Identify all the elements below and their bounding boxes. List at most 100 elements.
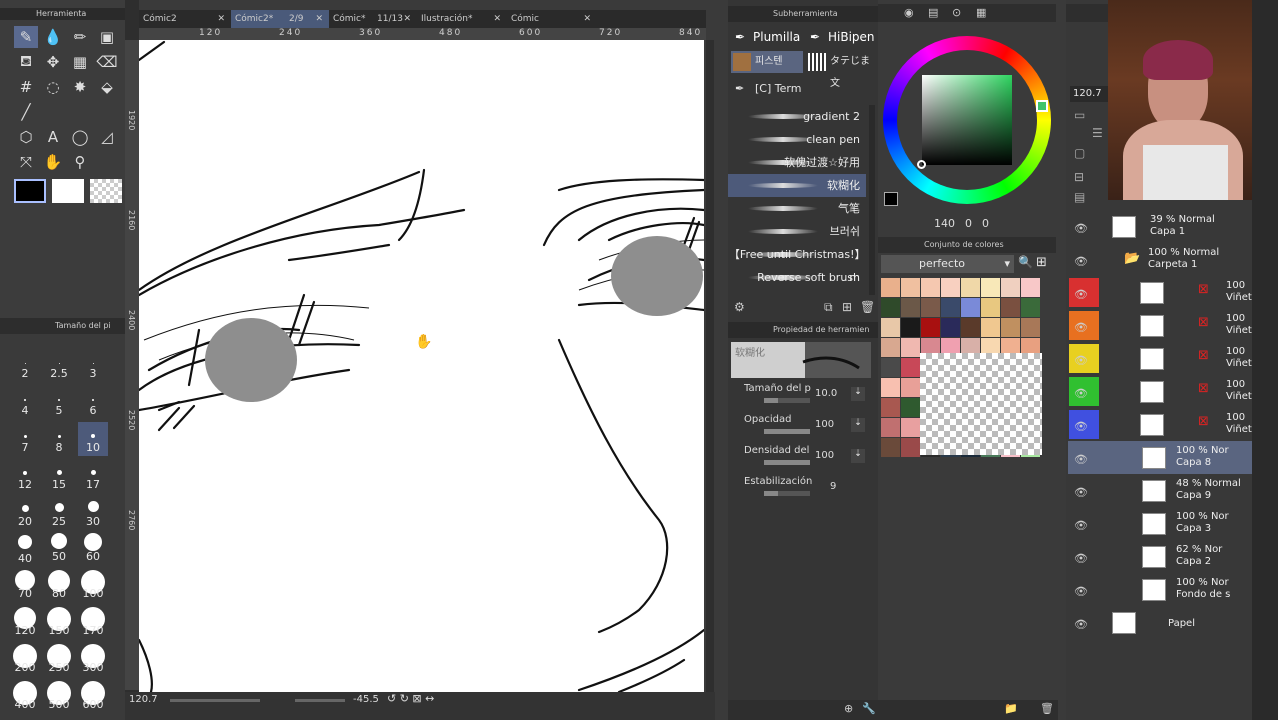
layer-row[interactable]: 100 % Nor Capa 3 bbox=[1068, 507, 1252, 540]
hand-icon[interactable]: ✋ bbox=[41, 151, 65, 173]
fill-icon[interactable]: ⛾ bbox=[14, 51, 38, 73]
subtool-group-selected[interactable]: 피스텐 bbox=[731, 51, 803, 73]
brush-size-option[interactable]: 80 bbox=[44, 570, 74, 604]
brush-size-option[interactable]: 25 bbox=[44, 496, 74, 530]
brush-size-option[interactable]: 6 bbox=[78, 385, 108, 419]
rotate-reset-icon[interactable]: ↺ ↻ ⊠ ↔ bbox=[387, 692, 434, 705]
color-swatch[interactable] bbox=[1021, 298, 1040, 317]
color-swatch[interactable] bbox=[961, 278, 980, 297]
layer-row[interactable]: 100 % Nor Capa 8 bbox=[1068, 441, 1252, 474]
layer-row[interactable]: ⊠ 100 Viñet bbox=[1068, 309, 1252, 342]
brush-size-option[interactable]: 10 bbox=[78, 422, 108, 456]
zoom-slider[interactable] bbox=[170, 699, 260, 702]
blank-icon[interactable] bbox=[41, 101, 65, 123]
brush-item[interactable]: 软糊化 bbox=[728, 174, 866, 197]
brush-size-option[interactable]: 250 bbox=[44, 644, 74, 678]
brush-size-option[interactable]: 12 bbox=[10, 459, 40, 493]
eye-icon[interactable]: 👁 bbox=[1074, 618, 1088, 631]
close-icon[interactable]: ✕ bbox=[493, 10, 501, 28]
property-value[interactable]: 100 bbox=[815, 419, 834, 430]
color-swatch[interactable] bbox=[901, 298, 920, 317]
zoom-readout[interactable]: 120.7 bbox=[129, 694, 158, 705]
document-tab[interactable]: Cómic2* 2/9 ✕ bbox=[231, 10, 329, 28]
color-swatch[interactable] bbox=[941, 318, 960, 337]
brush-size-option[interactable]: 500 bbox=[44, 681, 74, 715]
eye-icon[interactable]: 👁 bbox=[1074, 222, 1088, 235]
brush-size-option[interactable]: 17 bbox=[78, 459, 108, 493]
brush-size-option[interactable]: 30 bbox=[78, 496, 108, 530]
canvas-scrollbar[interactable] bbox=[706, 40, 714, 692]
layer-stack-icon[interactable]: ☰ bbox=[1092, 126, 1103, 140]
layer-opacity-field[interactable]: 120.7 bbox=[1070, 86, 1110, 102]
subtool-group-hibipen[interactable]: ✒ HiBipen bbox=[806, 26, 878, 48]
color-swatch[interactable] bbox=[881, 318, 900, 337]
color-set-tab-icon[interactable]: ▦ bbox=[976, 6, 986, 19]
eye-icon[interactable]: 👁 bbox=[1074, 255, 1088, 268]
color-swatch[interactable] bbox=[901, 358, 920, 377]
hue-picker-handle[interactable] bbox=[1036, 100, 1048, 112]
brush-size-option[interactable]: 15 bbox=[44, 459, 74, 493]
color-swatch[interactable] bbox=[901, 278, 920, 297]
brush-size-option[interactable]: 3 bbox=[78, 348, 108, 382]
sub-color-swatch[interactable] bbox=[52, 179, 84, 203]
color-swatch[interactable] bbox=[1001, 318, 1020, 337]
blank-icon[interactable] bbox=[95, 101, 119, 123]
layer-row[interactable]: 100 % Nor Fondo de s bbox=[1068, 573, 1252, 606]
color-swatch[interactable] bbox=[881, 398, 900, 417]
subtool-group-plumilla[interactable]: ✒ Plumilla bbox=[731, 26, 803, 48]
brush-size-option[interactable]: 170 bbox=[78, 607, 108, 641]
transform-icon[interactable]: ⤧ bbox=[14, 151, 38, 173]
color-swatch[interactable] bbox=[881, 418, 900, 437]
layer-row[interactable]: 📂 100 % Normal Carpeta 1 bbox=[1068, 243, 1252, 276]
color-wheel-tab-icon[interactable]: ◉ bbox=[904, 6, 914, 19]
eye-icon[interactable]: 👁 bbox=[1074, 288, 1088, 301]
brush-size-option[interactable]: 60 bbox=[78, 533, 108, 567]
color-swatch[interactable] bbox=[981, 318, 1000, 337]
layer-row[interactable]: 48 % Normal Capa 9 bbox=[1068, 474, 1252, 507]
pressure-icon[interactable]: ⇣ bbox=[851, 418, 865, 432]
color-swatch[interactable] bbox=[901, 378, 920, 397]
pencil-icon[interactable]: ✏ bbox=[68, 26, 92, 48]
eye-icon[interactable]: 👁 bbox=[1074, 321, 1088, 334]
subtool-scrollbar[interactable] bbox=[869, 105, 875, 295]
layer-row[interactable]: Papel bbox=[1068, 606, 1252, 639]
color-swatch[interactable] bbox=[881, 378, 900, 397]
drawing-canvas[interactable]: ✋ bbox=[139, 40, 704, 692]
info-icon[interactable]: ⊕ bbox=[844, 702, 853, 715]
color-set-selector[interactable]: perfecto ▾ bbox=[881, 255, 1014, 273]
brush-size-option[interactable]: 20 bbox=[10, 496, 40, 530]
layer-mode-icon[interactable]: ▭ bbox=[1074, 108, 1085, 122]
color-swatch[interactable] bbox=[1021, 278, 1040, 297]
layer-scrollbar[interactable] bbox=[1252, 0, 1278, 720]
brush-size-option[interactable]: 8 bbox=[44, 422, 74, 456]
operation-icon[interactable]: ⬡ bbox=[14, 126, 38, 148]
subtool-folder[interactable]: ✒ [C] Term bbox=[731, 78, 878, 100]
subtool-group-tatejima[interactable]: タテじま文 bbox=[806, 51, 878, 89]
brush-size-option[interactable]: 120 bbox=[10, 607, 40, 641]
color-swatch[interactable] bbox=[901, 418, 920, 437]
delete-icon[interactable]: 🗑 bbox=[1040, 702, 1054, 715]
property-slider[interactable] bbox=[764, 460, 810, 465]
brush-size-option[interactable]: 40 bbox=[10, 533, 40, 567]
selection-icon[interactable]: ▦ bbox=[68, 51, 92, 73]
close-icon[interactable]: ✕ bbox=[217, 10, 225, 28]
layer-row[interactable]: ⊠ 100 Viñet bbox=[1068, 408, 1252, 441]
blank-icon[interactable] bbox=[95, 151, 119, 173]
property-value[interactable]: 100 bbox=[815, 450, 834, 461]
color-swatch[interactable] bbox=[881, 358, 900, 377]
eye-icon[interactable]: 👁 bbox=[1074, 354, 1088, 367]
main-color-indicator[interactable] bbox=[884, 192, 898, 206]
color-swatch[interactable] bbox=[981, 278, 1000, 297]
color-swatch[interactable] bbox=[961, 318, 980, 337]
color-swatch[interactable] bbox=[881, 298, 900, 317]
layer-row[interactable]: ⊠ 100 Viñet bbox=[1068, 375, 1252, 408]
brush-size-option[interactable]: 50 bbox=[44, 533, 74, 567]
pressure-icon[interactable]: ⇣ bbox=[851, 449, 865, 463]
color-history-tab-icon[interactable]: ⊙ bbox=[952, 6, 961, 19]
eye-icon[interactable]: 👁 bbox=[1074, 420, 1088, 433]
color-swatch[interactable] bbox=[901, 318, 920, 337]
eye-icon[interactable]: 👁 bbox=[1074, 585, 1088, 598]
property-slider[interactable] bbox=[764, 429, 810, 434]
brush-item[interactable]: 【Free until Christmas!】m bbox=[728, 243, 866, 284]
layer-lock-icon[interactable]: ⊟ bbox=[1074, 170, 1084, 184]
